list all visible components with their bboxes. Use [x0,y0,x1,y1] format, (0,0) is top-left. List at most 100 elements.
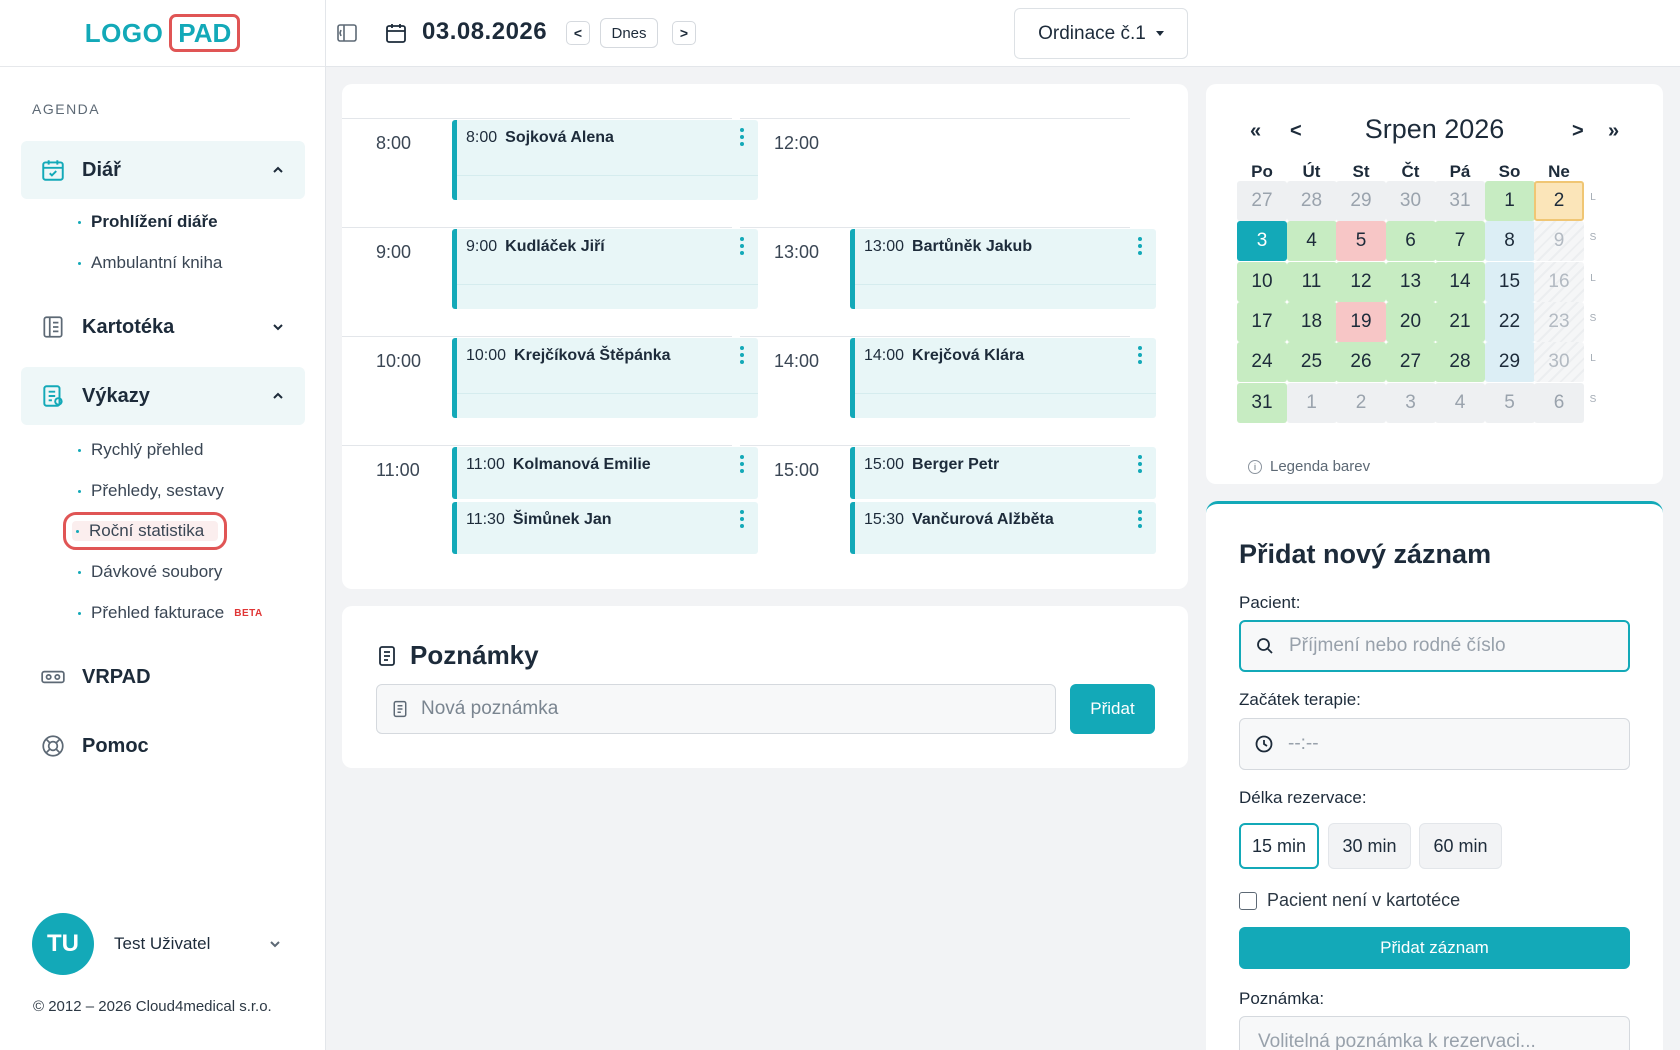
calendar-day[interactable]: 15 [1484,261,1535,302]
duration-60-button[interactable]: 60 min [1419,823,1502,869]
sidebar-item-prohlizeni-diare[interactable]: Prohlížení diáře [78,212,218,232]
kebab-menu-icon[interactable] [1138,455,1142,473]
sidebar-toggle-icon[interactable] [336,22,358,44]
calendar-icon[interactable] [384,21,408,45]
calendar-day[interactable]: 3 [1237,221,1287,262]
sidebar-item-rocni-statistika[interactable]: Roční statistika [62,512,228,550]
hour-row[interactable]: 11:00 11:00 Kolmanová Emilie 11:30 Šimůnek J… [342,445,758,554]
user-menu[interactable]: TU Test Uživatel [32,913,282,975]
calendar-day[interactable]: 27 [1237,181,1287,221]
appointment-card[interactable]: 9:00 Kudláček Jiří [452,229,758,309]
patient-search-input[interactable]: Příjmení nebo rodné číslo [1239,620,1630,672]
current-date[interactable]: 03.08.2026 [422,18,547,46]
duration-15-button[interactable]: 15 min [1239,823,1319,869]
not-in-registry-checkbox[interactable]: Pacient není v kartotéce [1239,890,1460,911]
appointment-card[interactable]: 8:00 Sojková Alena [452,120,758,200]
calendar-day[interactable]: 29 [1336,181,1386,221]
calendar-day[interactable]: 29 [1484,342,1535,383]
address-book-icon [43,316,63,338]
hour-row[interactable]: 13:00 13:00 Bartůněk Jakub [740,227,1156,336]
vr-headset-icon [41,670,65,684]
calendar-day[interactable]: 4 [1435,382,1485,423]
next-year-button[interactable]: » [1608,120,1619,143]
hour-row[interactable]: 8:00 8:00 Sojková Alena [342,118,758,227]
add-record-button[interactable]: Přidat záznam [1239,927,1630,969]
calendar-day[interactable]: 17 [1237,301,1287,342]
appointment-card[interactable]: 14:00 Krejčová Klára [850,338,1156,418]
new-note-input[interactable]: Nová poznámka [376,684,1056,734]
sidebar-item-davkove-soubory[interactable]: Dávkové soubory [78,562,222,582]
prev-day-button[interactable]: < [566,21,590,45]
sidebar-item-rychly-prehled[interactable]: Rychlý přehled [78,440,203,460]
next-month-button[interactable]: > [1572,120,1584,143]
kebab-menu-icon[interactable] [1138,237,1142,255]
calendar-day[interactable]: 1 [1484,181,1535,221]
appointment-card[interactable]: 11:30 Šimůnek Jan [452,502,758,554]
appointment-card[interactable]: 10:00 Krejčíková Štěpánka [452,338,758,418]
calendar-day[interactable]: 1 [1286,382,1337,423]
calendar-day[interactable]: 5 [1336,221,1386,262]
calendar-day[interactable]: 30 [1385,181,1436,221]
hour-row[interactable]: 15:00 15:00 Berger Petr 15:30 Vančurová Alžb… [740,445,1156,554]
color-legend-link[interactable]: i Legenda barev [1248,458,1370,475]
calendar-day[interactable]: 28 [1286,181,1337,221]
sidebar-item-prehled-fakturace[interactable]: Přehled fakturace BETA [78,603,263,623]
hour-row[interactable]: 14:00 14:00 Krejčová Klára [740,336,1156,445]
calendar-day[interactable]: 24 [1237,342,1287,383]
kebab-menu-icon[interactable] [1138,510,1142,528]
calendar-day[interactable]: 14 [1435,261,1485,302]
nav-group-kartoteka[interactable]: Kartotéka [21,298,305,356]
logo[interactable]: LOGO PAD [0,0,325,67]
duration-30-button[interactable]: 30 min [1328,823,1411,869]
nav-group-vykazy[interactable]: Výkazy [21,367,305,425]
calendar-day[interactable]: 6 [1385,221,1436,262]
nav-item-pomoc[interactable]: Pomoc [40,733,149,759]
nav-group-diar[interactable]: Diář [21,141,305,199]
office-select[interactable]: Ordinace č.1 [1014,8,1188,59]
calendar-day[interactable]: 11 [1286,261,1337,302]
hour-row[interactable]: 10:00 10:00 Krejčíková Štěpánka [342,336,758,445]
calendar-day[interactable]: 30 [1534,342,1584,383]
nav-item-vrpad[interactable]: VRPAD [40,664,151,690]
today-button[interactable]: Dnes [600,18,658,48]
sidebar-item-prehledy-sestavy[interactable]: Přehledy, sestavy [78,481,224,501]
calendar-day[interactable]: 7 [1435,221,1485,262]
calendar-day[interactable]: 20 [1385,301,1436,342]
next-day-button[interactable]: > [672,21,696,45]
calendar-day[interactable]: 23 [1534,301,1584,342]
kebab-menu-icon[interactable] [1138,346,1142,364]
calendar-day[interactable]: 6 [1534,382,1584,423]
calendar-day[interactable]: 31 [1435,181,1485,221]
calendar-day[interactable]: 22 [1484,301,1535,342]
calendar-day[interactable]: 5 [1484,382,1535,423]
calendar-day[interactable]: 8 [1484,221,1535,262]
hour-row[interactable]: 9:00 9:00 Kudláček Jiří [342,227,758,336]
calendar-day[interactable]: 9 [1534,221,1584,262]
appointment-card[interactable]: 13:00 Bartůněk Jakub [850,229,1156,309]
calendar-day[interactable]: 21 [1435,301,1485,342]
calendar-day[interactable]: 16 [1534,261,1584,302]
appointment-card[interactable]: 15:00 Berger Petr [850,447,1156,499]
calendar-day[interactable]: 26 [1336,342,1386,383]
calendar-day[interactable]: 18 [1286,301,1337,342]
calendar-day[interactable]: 3 [1385,382,1436,423]
appointment-card[interactable]: 11:00 Kolmanová Emilie [452,447,758,499]
calendar-day[interactable]: 2 [1534,181,1584,221]
calendar-day[interactable]: 4 [1286,221,1337,262]
reservation-note-input[interactable]: Volitelná poznámka k rezervaci... [1239,1016,1630,1050]
calendar-day[interactable]: 28 [1435,342,1485,383]
hour-row[interactable]: 12:00 [740,118,1130,227]
calendar-day[interactable]: 27 [1385,342,1436,383]
checkbox-box[interactable] [1239,891,1257,910]
calendar-day[interactable]: 31 [1237,382,1287,423]
calendar-day[interactable]: 2 [1336,382,1386,423]
calendar-day[interactable]: 19 [1336,301,1386,342]
calendar-day[interactable]: 13 [1385,261,1436,302]
start-time-input[interactable]: --:-- [1239,718,1630,770]
calendar-day[interactable]: 25 [1286,342,1337,383]
sidebar-item-ambulantni-kniha[interactable]: Ambulantní kniha [78,253,222,273]
add-note-button[interactable]: Přidat [1070,684,1155,734]
calendar-day[interactable]: 12 [1336,261,1386,302]
calendar-day[interactable]: 10 [1237,261,1287,302]
appointment-card[interactable]: 15:30 Vančurová Alžběta [850,502,1156,554]
